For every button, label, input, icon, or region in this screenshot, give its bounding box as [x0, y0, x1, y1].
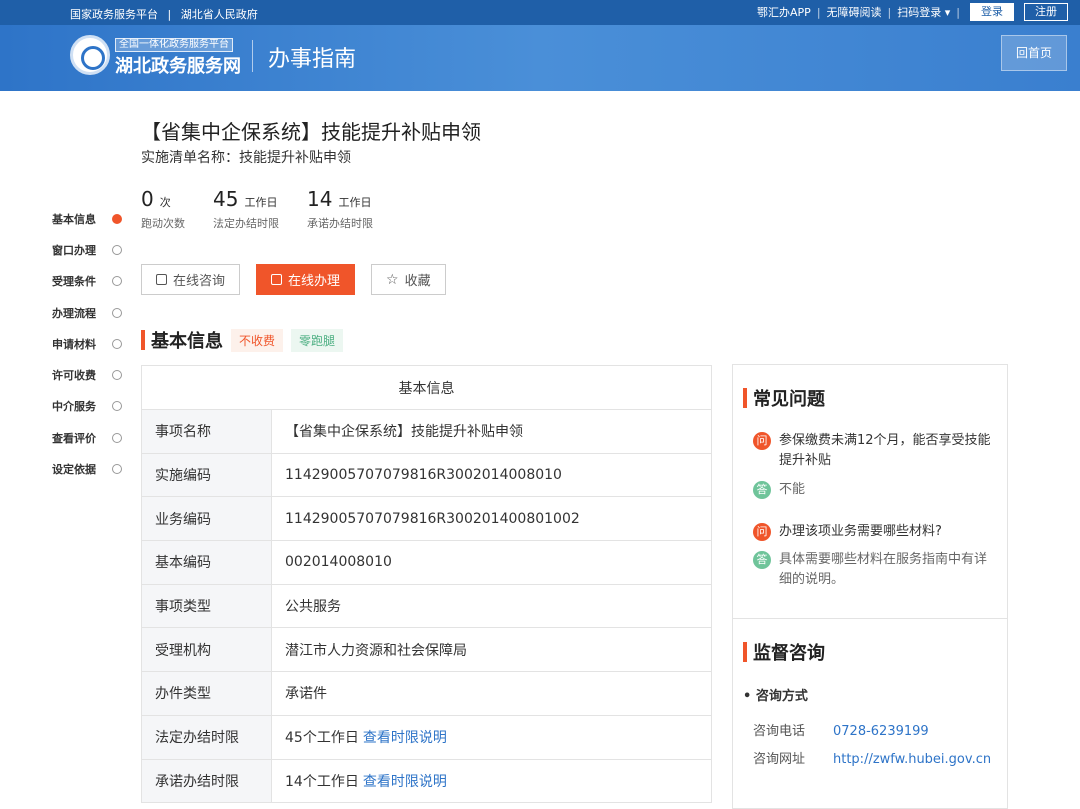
- table-row: 承诺办结时限 14个工作日 查看时限说明: [141, 758, 712, 804]
- stats-row: 0次 跑动次数 45 工作日 法定办结时限 14 工作日 承诺办结时限: [141, 187, 401, 231]
- stat-promised-limit: 14 工作日 承诺办结时限: [307, 187, 373, 230]
- nav-dot-icon: [112, 213, 122, 224]
- top-separator: |: [167, 8, 172, 21]
- top-bar: 国家政务服务平台 | 湖北省人民政府 鄂汇办APP | 无障碍阅读 | 扫码登录…: [0, 0, 1080, 25]
- consult-url-link[interactable]: http://zwfw.hubei.gov.cn: [833, 750, 991, 770]
- hubei-government-link[interactable]: 湖北省人民政府: [181, 8, 258, 21]
- chat-icon: [156, 274, 167, 285]
- header-title: 办事指南: [268, 47, 357, 72]
- site-header: 全国一体化政务服务平台 湖北政务服务网 办事指南 回首页: [0, 25, 1080, 91]
- faq-answer: 答不能: [753, 480, 998, 500]
- consult-methods-heading: • 咨询方式: [743, 689, 808, 704]
- nav-dot-icon: [112, 401, 122, 412]
- nav-dot-icon: [112, 307, 122, 318]
- side-nav: 基本信息 窗口办理 受理条件 办理流程 申请材料 许可收费 中介服务 查看评价 …: [52, 203, 122, 485]
- login-button[interactable]: 登录: [970, 3, 1014, 21]
- star-icon: ☆: [386, 271, 399, 288]
- action-buttons: 在线咨询 在线办理 ☆ 收藏: [141, 264, 462, 295]
- nav-dot-icon: [112, 370, 122, 381]
- supervise-panel: 监督咨询 • 咨询方式 咨询电话 0728-6239199 咨询网址 http://…: [732, 619, 1008, 809]
- site-name[interactable]: 湖北政务服务网: [115, 52, 241, 78]
- zero-visit-badge: 零跑腿: [291, 328, 344, 352]
- sidenav-item-basis[interactable]: 设定依据: [52, 453, 122, 484]
- form-icon: [271, 274, 283, 285]
- top-separator: |: [887, 5, 892, 19]
- top-links-left: 国家政务服务平台 | 湖北省人民政府: [70, 6, 264, 22]
- answer-icon: 答: [753, 481, 771, 499]
- table-row: 办件类型 承诺件: [141, 671, 712, 716]
- consult-url-row: 咨询网址 http://zwfw.hubei.gov.cn: [753, 750, 998, 770]
- table-header: 基本信息: [141, 365, 712, 410]
- time-limit-link[interactable]: 查看时限说明: [363, 774, 447, 790]
- faq-panel: 常见问题 问参保缴费未满12个月，能否享受技能提升补贴 答不能 问办理该项业务需…: [732, 364, 1008, 619]
- stat-legal-limit: 45 工作日 法定办结时限: [213, 187, 279, 230]
- sidenav-item-basic-info[interactable]: 基本信息: [52, 203, 122, 234]
- online-consult-button[interactable]: 在线咨询: [141, 264, 241, 295]
- page-title: 【省集中企保系统】技能提升补贴申领: [141, 120, 481, 144]
- online-apply-button[interactable]: 在线办理: [256, 264, 356, 295]
- favorite-button[interactable]: ☆ 收藏: [371, 264, 446, 295]
- nav-dot-icon: [112, 276, 122, 287]
- section-accent-bar: [743, 388, 747, 408]
- accessible-reading-link[interactable]: 无障碍阅读: [827, 4, 882, 20]
- app-link[interactable]: 鄂汇办APP: [757, 4, 811, 20]
- table-row: 事项类型 公共服务: [141, 583, 712, 629]
- page-subtitle: 实施清单名称：技能提升补贴申领: [141, 150, 351, 166]
- header-divider: [252, 40, 253, 72]
- top-separator: |: [956, 5, 960, 19]
- question-icon: 问: [753, 523, 771, 541]
- section-header-basic-info: 基本信息 不收费 零跑腿: [141, 327, 351, 353]
- stat-visits: 0次 跑动次数: [141, 187, 185, 230]
- sidenav-item-process[interactable]: 办理流程: [52, 297, 122, 328]
- question-icon: 问: [753, 432, 771, 450]
- answer-icon: 答: [753, 551, 771, 569]
- sidenav-item-conditions[interactable]: 受理条件: [52, 266, 122, 297]
- nav-dot-icon: [112, 338, 122, 349]
- table-row: 事项名称 【省集中企保系统】技能提升补贴申领: [141, 409, 712, 454]
- time-limit-link[interactable]: 查看时限说明: [363, 730, 447, 746]
- table-row: 受理机构 潜江市人力资源和社会保障局: [141, 627, 712, 673]
- faq-question[interactable]: 问办理该项业务需要哪些材料?: [753, 522, 998, 542]
- register-button[interactable]: 注册: [1024, 3, 1068, 21]
- qr-login-link[interactable]: 扫码登录 ▾: [897, 4, 950, 20]
- section-accent-bar: [743, 642, 747, 662]
- basic-info-table: 基本信息 事项名称 【省集中企保系统】技能提升补贴申领 实施编码 114290057…: [141, 365, 712, 804]
- faq-question[interactable]: 问参保缴费未满12个月，能否享受技能提升补贴: [753, 431, 998, 471]
- sidenav-item-window[interactable]: 窗口办理: [52, 234, 122, 265]
- supervise-title: 监督咨询: [753, 643, 825, 664]
- section-accent-bar: [141, 330, 145, 350]
- faq-title: 常见问题: [753, 389, 825, 410]
- table-row: 法定办结时限 45个工作日 查看时限说明: [141, 714, 712, 760]
- table-row: 实施编码 11429005707079816R3002014008010: [141, 452, 712, 498]
- nav-dot-icon: [112, 432, 122, 443]
- section-title: 基本信息: [151, 331, 223, 352]
- faq-answer: 答具体需要哪些材料在服务指南中有详细的说明。: [753, 550, 998, 590]
- table-row: 基本编码 002014008010: [141, 540, 712, 585]
- sidenav-item-fees[interactable]: 许可收费: [52, 359, 122, 390]
- table-row: 业务编码 11429005707079816R300201400801002: [141, 496, 712, 542]
- platform-tag: 全国一体化政务服务平台: [115, 38, 233, 52]
- national-platform-link[interactable]: 国家政务服务平台: [70, 8, 158, 21]
- sidenav-item-agency[interactable]: 中介服务: [52, 391, 122, 422]
- no-fee-badge: 不收费: [231, 328, 284, 352]
- top-separator: |: [816, 5, 821, 19]
- sidenav-item-reviews[interactable]: 查看评价: [52, 422, 122, 453]
- nav-dot-icon: [112, 244, 122, 255]
- consult-phone-link[interactable]: 0728-6239199: [833, 722, 929, 742]
- nav-dot-icon: [112, 464, 122, 475]
- sidenav-item-materials[interactable]: 申请材料: [52, 328, 122, 359]
- top-links-right: 鄂汇办APP | 无障碍阅读 | 扫码登录 ▾ | 登录 注册: [751, 3, 1068, 21]
- consult-phone-row: 咨询电话 0728-6239199: [753, 722, 998, 742]
- home-button[interactable]: 回首页: [1001, 35, 1067, 71]
- site-logo-icon[interactable]: [70, 35, 110, 75]
